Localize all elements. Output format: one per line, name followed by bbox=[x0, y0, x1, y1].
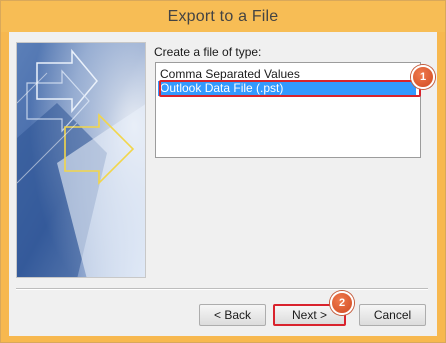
step-badge-2: 2 bbox=[330, 291, 354, 315]
file-type-label: Create a file of type: bbox=[154, 45, 262, 59]
dialog-body: Create a file of type: Comma Separated V… bbox=[9, 32, 437, 336]
step-badge-1: 1 bbox=[411, 65, 435, 89]
wizard-illustration bbox=[16, 42, 146, 278]
back-button[interactable]: < Back bbox=[199, 304, 266, 326]
file-type-list[interactable]: Comma Separated Values Outlook Data File… bbox=[155, 62, 421, 158]
highlight-box-pst bbox=[159, 80, 421, 97]
cancel-button[interactable]: Cancel bbox=[359, 304, 426, 326]
footer-separator bbox=[16, 288, 428, 290]
dialog-title: Export to a File bbox=[167, 7, 279, 25]
wizard-arrows-graphic bbox=[17, 43, 145, 277]
export-dialog: Export to a File Create a file of type: … bbox=[0, 0, 446, 343]
title-bar[interactable]: Export to a File bbox=[1, 1, 445, 32]
